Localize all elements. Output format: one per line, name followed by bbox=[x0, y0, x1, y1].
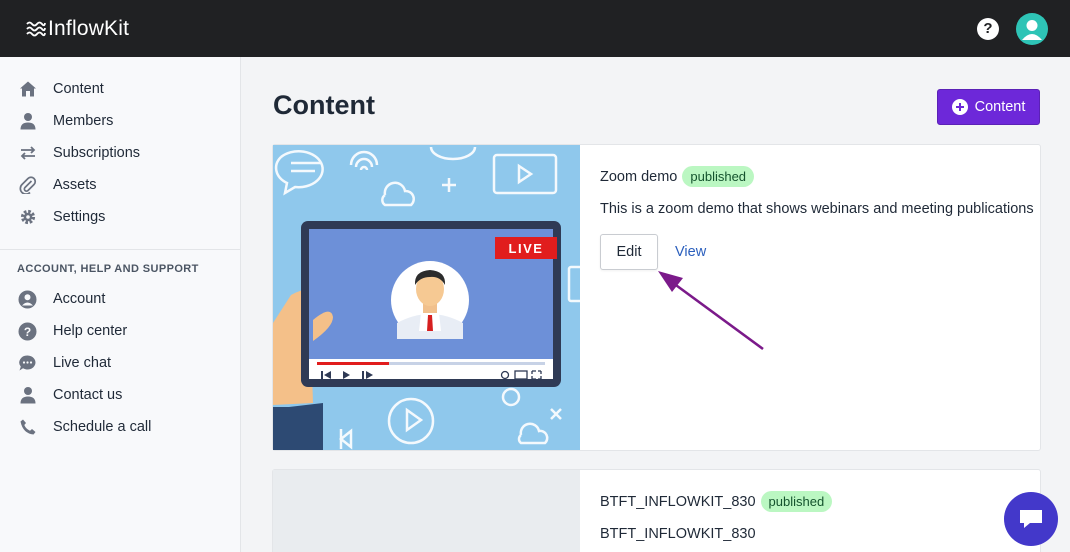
sidebar-item-help-center[interactable]: ? Help center bbox=[0, 315, 240, 347]
user-icon bbox=[18, 112, 37, 131]
paperclip-icon bbox=[18, 176, 37, 195]
edit-button[interactable]: Edit bbox=[600, 234, 658, 270]
plus-circle-icon bbox=[951, 99, 968, 115]
sidebar-section-label: ACCOUNT, HELP AND SUPPORT bbox=[17, 263, 199, 275]
add-content-label: Content bbox=[974, 99, 1026, 115]
sidebar-item-schedule-call[interactable]: Schedule a call bbox=[0, 411, 240, 443]
sidebar-item-label: Subscriptions bbox=[53, 145, 141, 161]
user-circle-icon bbox=[18, 290, 37, 309]
sidebar-item-members[interactable]: Members bbox=[0, 105, 240, 137]
question-circle-icon: ? bbox=[18, 322, 37, 341]
sidebar-item-label: Assets bbox=[53, 177, 97, 193]
view-link[interactable]: View bbox=[675, 244, 706, 260]
content-title-row: BTFT_INFLOWKIT_830 published bbox=[600, 491, 833, 512]
status-badge: published bbox=[760, 491, 833, 512]
svg-text:?: ? bbox=[24, 325, 31, 339]
sidebar-item-label: Live chat bbox=[53, 355, 112, 371]
main-nav: Content Members Subscriptions Assets Set… bbox=[0, 57, 240, 233]
chat-bubble-icon bbox=[1020, 510, 1042, 528]
sidebar-item-label: Help center bbox=[53, 323, 128, 339]
content-thumbnail[interactable]: LIVE bbox=[273, 145, 580, 450]
live-video-illustration: LIVE bbox=[273, 145, 580, 450]
content-card: BTFT_INFLOWKIT_830 published BTFT_INFLOW… bbox=[272, 469, 1041, 552]
brand-logo[interactable]: InflowKit bbox=[26, 17, 129, 41]
content-title: Zoom demo bbox=[600, 168, 678, 185]
sidebar-item-content[interactable]: Content bbox=[0, 73, 240, 105]
sidebar-item-contact-us[interactable]: Contact us bbox=[0, 379, 240, 411]
sidebar-item-label: Settings bbox=[53, 209, 106, 225]
waves-icon bbox=[26, 21, 46, 36]
status-badge: published bbox=[682, 166, 755, 187]
live-chat-button[interactable] bbox=[1004, 492, 1058, 546]
top-bar: InflowKit ? bbox=[0, 0, 1070, 57]
sidebar-item-label: Schedule a call bbox=[53, 419, 152, 435]
chat-bubble-icon bbox=[18, 354, 37, 373]
brand-name: InflowKit bbox=[48, 16, 130, 40]
sidebar: Content Members Subscriptions Assets Set… bbox=[0, 57, 241, 552]
support-nav: Account ? Help center Live chat Contact … bbox=[0, 283, 240, 443]
add-content-button[interactable]: Content bbox=[937, 89, 1040, 125]
sidebar-item-settings[interactable]: Settings bbox=[0, 201, 240, 233]
user-avatar-icon bbox=[1022, 19, 1042, 40]
annotation-arrow bbox=[658, 271, 764, 351]
question-circle-icon: ? bbox=[983, 20, 993, 37]
phone-icon bbox=[18, 418, 37, 437]
sidebar-item-label: Content bbox=[53, 81, 104, 97]
user-avatar-button[interactable] bbox=[1016, 12, 1048, 45]
live-badge-text: LIVE bbox=[509, 241, 544, 256]
sidebar-item-assets[interactable]: Assets bbox=[0, 169, 240, 201]
content-thumbnail[interactable] bbox=[273, 470, 580, 552]
gear-icon bbox=[18, 208, 37, 227]
home-icon bbox=[18, 80, 37, 99]
content-description: This is a zoom demo that shows webinars … bbox=[600, 201, 1034, 217]
sidebar-item-account[interactable]: Account bbox=[0, 283, 240, 315]
content-title: BTFT_INFLOWKIT_830 bbox=[600, 493, 756, 510]
content-description: BTFT_INFLOWKIT_830 bbox=[600, 526, 756, 542]
content-title-row: Zoom demo published bbox=[600, 166, 755, 187]
content-actions: Edit View bbox=[600, 234, 706, 270]
sidebar-divider bbox=[0, 249, 240, 250]
sidebar-item-live-chat[interactable]: Live chat bbox=[0, 347, 240, 379]
sidebar-item-label: Account bbox=[53, 291, 106, 307]
sidebar-item-label: Members bbox=[53, 113, 114, 129]
help-button[interactable]: ? bbox=[977, 17, 999, 40]
page-title: Content bbox=[273, 90, 375, 120]
arrows-exchange-icon bbox=[18, 144, 37, 163]
sidebar-item-subscriptions[interactable]: Subscriptions bbox=[0, 137, 240, 169]
user-icon bbox=[18, 386, 37, 405]
sidebar-item-label: Contact us bbox=[53, 387, 123, 403]
